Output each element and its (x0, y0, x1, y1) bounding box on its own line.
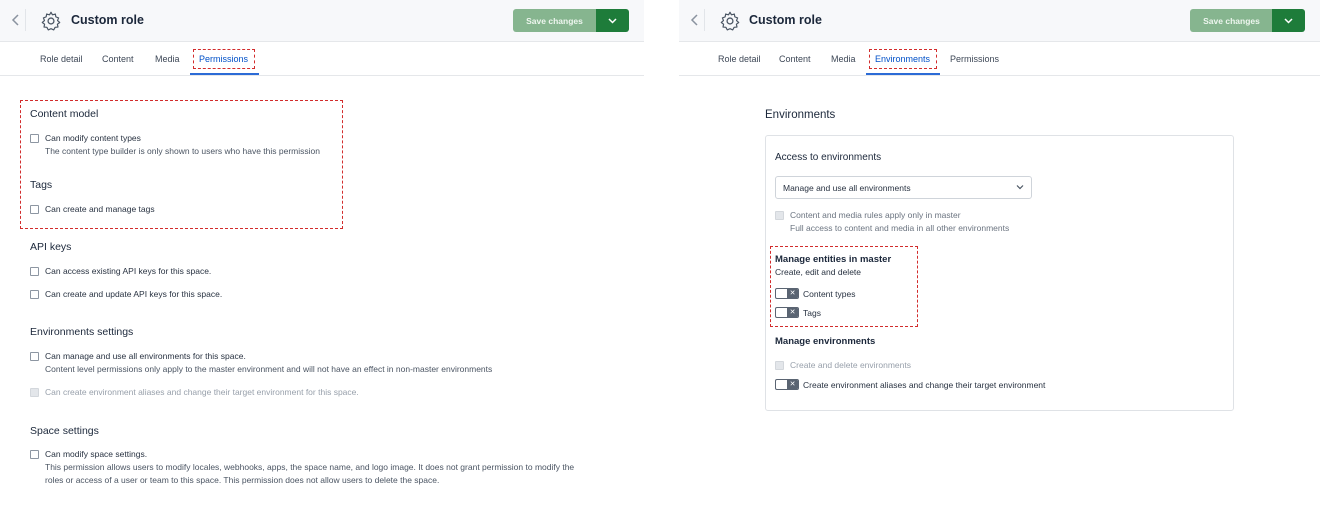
checkbox-description: roles or access of a user or team to thi… (45, 475, 440, 485)
tab-role-detail[interactable]: Role detail (718, 54, 761, 64)
section-heading: Tags (30, 179, 53, 191)
checkbox-description: This permission allows users to modify l… (45, 462, 575, 472)
back-arrow-icon[interactable] (6, 9, 26, 31)
section-heading: Environments settings (30, 326, 134, 338)
save-changes-button[interactable]: Save changes (1190, 9, 1273, 32)
tab-role-detail[interactable]: Role detail (40, 54, 83, 64)
modify-content-types-checkbox[interactable] (30, 134, 39, 143)
save-changes-button[interactable]: Save changes (513, 9, 596, 32)
tab-bar: Role detail Content Media Permissions (0, 43, 644, 76)
access-api-keys-checkbox[interactable] (30, 267, 39, 276)
close-icon: ✕ (787, 289, 798, 298)
access-environments-select[interactable]: Manage and use all environments (775, 176, 1032, 199)
save-options-button[interactable] (1272, 9, 1305, 32)
checkbox-label: Can create and update API keys for this … (45, 289, 223, 299)
environments-panel: Custom role Save changes Role detail Con… (679, 0, 1320, 521)
tab-media[interactable]: Media (831, 54, 856, 64)
close-icon: ✕ (787, 380, 798, 389)
access-heading: Access to environments (775, 152, 882, 163)
panel-gap (644, 0, 679, 521)
section-heading: API keys (30, 241, 72, 253)
page-title: Custom role (749, 13, 822, 27)
create-api-keys-checkbox[interactable] (30, 290, 39, 299)
tab-media[interactable]: Media (155, 54, 180, 64)
checkbox-label: Create and delete environments (790, 360, 911, 370)
section-heading: Space settings (30, 425, 99, 437)
manage-environments-checkbox[interactable] (30, 352, 39, 361)
active-tab-indicator (190, 73, 259, 75)
environment-aliases-checkbox (30, 388, 39, 397)
chevron-down-icon (608, 17, 617, 24)
master-rules-checkbox (775, 211, 784, 220)
manage-entities-heading: Manage entities in master (775, 254, 892, 265)
top-bar: Custom role Save changes (679, 0, 1320, 42)
checkbox-label: Can create and manage tags (45, 204, 155, 214)
toggle-label: Content types (803, 289, 856, 299)
section-title: Environments (765, 109, 836, 121)
page-title: Custom role (71, 13, 144, 27)
environment-aliases-toggle[interactable]: ✕ (775, 379, 799, 390)
tab-permissions[interactable]: Permissions (950, 54, 999, 64)
gear-icon (41, 11, 61, 31)
section-heading: Content model (30, 108, 99, 120)
manage-environments-heading: Manage environments (775, 336, 876, 347)
checkbox-description: Full access to content and media in all … (790, 223, 1010, 233)
checkbox-label: Content and media rules apply only in ma… (790, 210, 961, 220)
active-tab-indicator (866, 73, 940, 75)
close-icon: ✕ (787, 308, 798, 317)
chevron-down-icon (1016, 185, 1024, 190)
gear-icon (720, 11, 740, 31)
highlight-box (193, 49, 255, 69)
top-bar: Custom role Save changes (0, 0, 644, 42)
checkbox-label: Can manage and use all environments for … (45, 351, 246, 361)
tab-bar: Role detail Content Media Environments P… (679, 43, 1320, 76)
toggle-label: Create environment aliases and change th… (803, 380, 1046, 390)
chevron-down-icon (1284, 17, 1293, 24)
back-arrow-icon[interactable] (685, 9, 705, 31)
tab-content[interactable]: Content (779, 54, 811, 64)
tab-content[interactable]: Content (102, 54, 134, 64)
checkbox-label: Can access existing API keys for this sp… (45, 266, 212, 276)
permissions-panel: Custom role Save changes Role detail Con… (0, 0, 644, 521)
checkbox-description: The content type builder is only shown t… (45, 146, 320, 156)
checkbox-label: Can modify content types (45, 133, 141, 143)
create-delete-environments-checkbox (775, 361, 784, 370)
modify-space-settings-checkbox[interactable] (30, 450, 39, 459)
manage-entities-subtitle: Create, edit and delete (775, 267, 862, 277)
checkbox-description: Content level permissions only apply to … (45, 364, 493, 374)
content-types-toggle[interactable]: ✕ (775, 288, 799, 299)
checkbox-label: Can create environment aliases and chang… (45, 387, 359, 397)
save-options-button[interactable] (596, 9, 629, 32)
toggle-label: Tags (803, 308, 821, 318)
select-value: Manage and use all environments (783, 183, 911, 193)
tags-toggle[interactable]: ✕ (775, 307, 799, 318)
highlight-box (869, 49, 937, 69)
manage-tags-checkbox[interactable] (30, 205, 39, 214)
checkbox-label: Can modify space settings. (45, 449, 148, 459)
